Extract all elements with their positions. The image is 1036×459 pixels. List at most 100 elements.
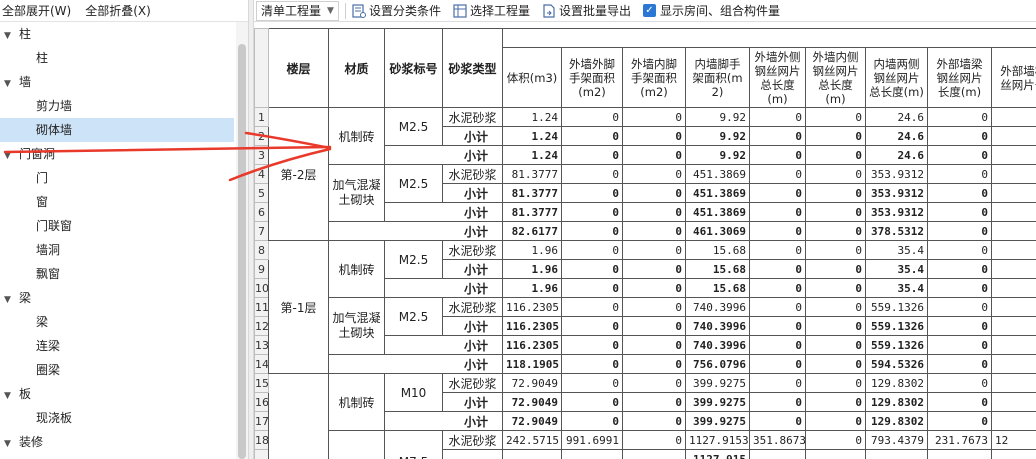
data-cell[interactable]: 353.9312 (865, 164, 928, 184)
data-cell[interactable]: 0 (622, 392, 686, 412)
show-rooms-checkbox[interactable]: ✓ 显示房间、组合构件量 (642, 2, 780, 19)
data-cell[interactable]: 0 (927, 297, 992, 317)
data-cell[interactable]: 0 (622, 297, 686, 317)
material-cell[interactable]: 机制砖 (328, 373, 385, 431)
floor-cell[interactable]: 第-2层 (268, 107, 329, 241)
data-cell[interactable]: 231.7673 (927, 430, 992, 450)
data-cell[interactable] (990, 449, 1036, 459)
expand-all-button[interactable]: 全部展开(W) (2, 2, 71, 19)
data-cell[interactable]: 24.6 (865, 126, 928, 146)
data-cell[interactable]: 399.9275 (685, 373, 750, 393)
collapse-all-button[interactable]: 全部折叠(X) (85, 2, 151, 19)
data-cell[interactable]: 351.8673 (749, 430, 806, 450)
data-cell[interactable]: 0 (805, 335, 866, 355)
tree-item-beam[interactable]: 梁 (0, 310, 236, 334)
data-cell[interactable]: 559.1326 (865, 297, 928, 317)
data-cell[interactable] (990, 259, 1036, 279)
data-cell[interactable] (561, 449, 623, 459)
volume-cell[interactable]: 1.96 (502, 278, 562, 298)
table-row[interactable]: 18 M7.5 水泥砂浆 242.5715 991.6991 0 1127.91… (254, 430, 1036, 459)
tree-item-ring-beam[interactable]: 圈梁 (0, 358, 236, 382)
subtotal-label[interactable]: 小计 (384, 411, 503, 431)
data-cell[interactable]: 451.3869 (685, 164, 750, 184)
data-cell[interactable] (990, 240, 1036, 260)
data-cell[interactable]: 0 (622, 259, 686, 279)
data-cell[interactable]: 378.5312 (865, 221, 928, 241)
data-cell[interactable]: 129.8302 (865, 373, 928, 393)
data-cell[interactable]: 0 (927, 202, 992, 222)
data-cell[interactable] (990, 278, 1036, 298)
material-cell[interactable] (328, 430, 385, 459)
data-cell[interactable]: 451.3869 (685, 183, 750, 203)
subtotal-label[interactable]: 小计 (442, 183, 503, 203)
header-int-mesh-both[interactable]: 内墙两侧钢丝网片总长度(m) (865, 47, 928, 108)
data-cell[interactable]: 594.5326 (865, 354, 928, 374)
data-cell[interactable] (990, 335, 1036, 355)
header-int-scaffold-ext[interactable]: 外墙内脚手架面积(m2) (622, 47, 686, 108)
data-cell[interactable]: 0 (622, 221, 686, 241)
data-cell[interactable] (990, 221, 1036, 241)
material-cell[interactable]: 加气混凝土砌块 (328, 164, 385, 222)
data-cell[interactable]: 0 (927, 145, 992, 165)
data-cell[interactable]: 0 (622, 411, 686, 431)
table-row[interactable]: 15 机制砖 M10 水泥砂浆 72.9049 0 0 399.9275 0 0… (254, 373, 1036, 459)
data-cell[interactable]: 0 (805, 354, 866, 374)
set-category-button[interactable]: 设置分类条件 (352, 2, 441, 19)
data-cell[interactable]: 0 (622, 316, 686, 336)
volume-cell[interactable]: 82.6177 (502, 221, 562, 241)
floor-cell[interactable]: 第-1层 (268, 240, 329, 374)
collapse-arrow-icon[interactable]: ▼ (4, 432, 16, 456)
data-cell[interactable]: 0 (927, 278, 992, 298)
data-cell[interactable]: 0 (749, 107, 806, 127)
tree-node-decoration[interactable]: ▼ 装修 (0, 430, 236, 454)
data-cell[interactable] (990, 411, 1036, 431)
data-cell[interactable]: 0 (805, 183, 866, 203)
data-cell[interactable]: 559.1326 (865, 316, 928, 336)
data-cell[interactable]: 0 (561, 164, 623, 184)
batch-export-button[interactable]: 设置批量导出 (542, 2, 631, 19)
tree-node-beam[interactable]: ▼ 梁 (0, 286, 236, 310)
data-cell[interactable]: 0 (805, 145, 866, 165)
data-cell[interactable]: 0 (561, 278, 623, 298)
table-row[interactable]: 14 小计 118.1905 0 0 756.0796 0 0 594.5326… (254, 354, 1036, 374)
mortar-grade-cell[interactable]: M2.5 (384, 107, 443, 146)
tree-node-wall[interactable]: ▼ 墙 (0, 70, 236, 94)
volume-cell[interactable]: 118.1905 (502, 354, 562, 374)
subtotal-label[interactable]: 小计 (442, 126, 503, 146)
mortar-type-cell[interactable]: 水泥砂浆 (442, 107, 503, 127)
volume-cell[interactable]: 72.9049 (502, 373, 562, 393)
data-cell[interactable] (990, 145, 1036, 165)
data-cell[interactable]: 0 (622, 354, 686, 374)
data-cell[interactable] (990, 202, 1036, 222)
data-cell[interactable]: 129.8302 (865, 411, 928, 431)
data-cell[interactable]: 0 (561, 411, 623, 431)
data-cell[interactable]: 0 (927, 373, 992, 393)
table-row[interactable]: 1 第-2层 机制砖 M2.5 水泥砂浆 1.24 0 0 9.92 0 0 2… (254, 107, 1036, 241)
data-cell[interactable]: 0 (561, 354, 623, 374)
data-cell[interactable]: 0 (805, 392, 866, 412)
data-cell[interactable]: 0 (805, 240, 866, 260)
data-cell[interactable] (749, 449, 806, 459)
tree-item-door-window[interactable]: 门联窗 (0, 214, 236, 238)
data-cell[interactable]: 35.4 (865, 259, 928, 279)
data-cell[interactable] (990, 126, 1036, 146)
data-cell[interactable] (990, 316, 1036, 336)
data-cell[interactable]: 35.4 (865, 278, 928, 298)
tree-scrollbar[interactable] (236, 22, 248, 459)
data-cell[interactable]: 0 (749, 297, 806, 317)
data-cell[interactable]: 0 (927, 392, 992, 412)
subtotal-label[interactable]: 小计 (328, 221, 503, 241)
collapse-arrow-icon[interactable]: ▼ (4, 384, 16, 408)
tree-item-coupling-beam[interactable]: 连梁 (0, 334, 236, 358)
data-cell[interactable]: 24.6 (865, 107, 928, 127)
data-cell[interactable]: 0 (622, 126, 686, 146)
data-cell[interactable]: 756.0796 (685, 354, 750, 374)
material-cell[interactable]: 机制砖 (328, 240, 385, 298)
data-cell[interactable]: 0 (561, 335, 623, 355)
data-cell[interactable]: 0 (805, 373, 866, 393)
volume-cell[interactable]: 1.24 (502, 126, 562, 146)
quantity-table-container[interactable]: 楼层 材质 砂浆标号 砂浆类型 体积(m3) 外墙外脚手架面积(m2) 外墙内脚… (254, 28, 1036, 459)
data-cell[interactable]: 15.68 (685, 259, 750, 279)
data-cell[interactable]: 0 (927, 107, 992, 127)
data-cell[interactable] (865, 449, 928, 459)
